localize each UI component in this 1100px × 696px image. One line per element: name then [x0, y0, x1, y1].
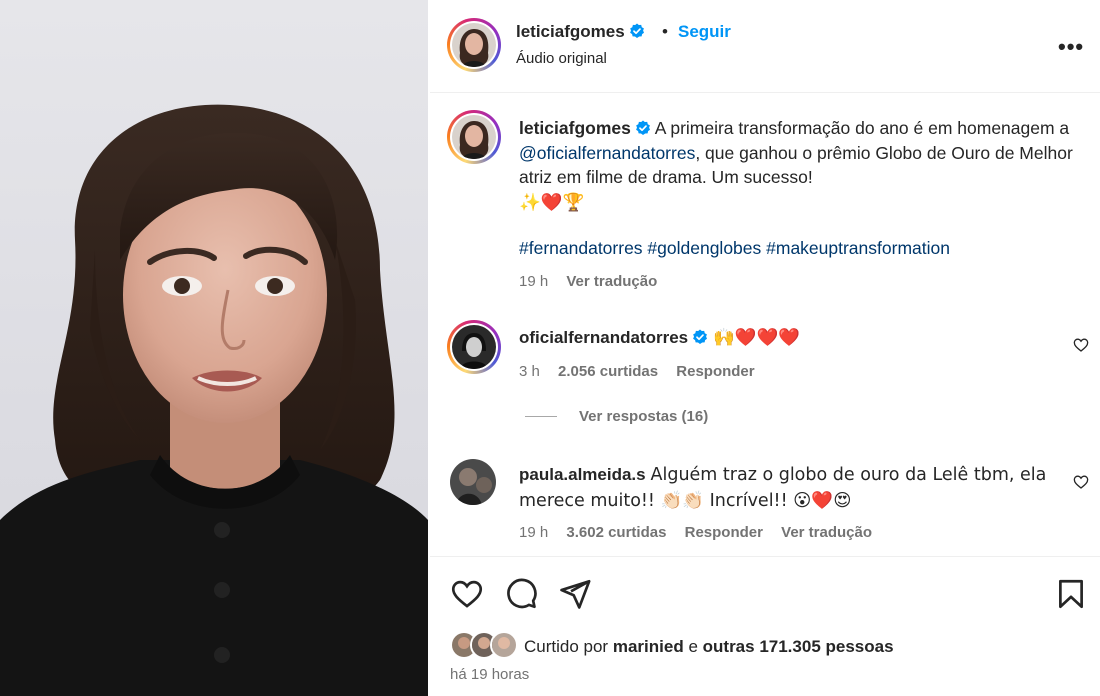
- caption-avatar[interactable]: [447, 110, 501, 164]
- post-timestamp[interactable]: há 19 horas: [450, 666, 529, 683]
- comment-body: oficialfernandatorres 🙌❤️❤️❤️: [519, 325, 800, 351]
- follow-button[interactable]: Seguir: [678, 22, 731, 42]
- comment-time[interactable]: 3 h: [519, 363, 540, 380]
- author-avatar-image: [452, 23, 496, 67]
- likers-avatars[interactable]: [450, 631, 524, 661]
- likes-prefix: Curtido por: [524, 637, 609, 656]
- comment-likes[interactable]: 2.056 curtidas: [558, 363, 658, 380]
- post-header: leticiafgomes • Seguir Áudio original ••…: [430, 0, 1100, 93]
- author-avatar[interactable]: [447, 18, 501, 72]
- post-media[interactable]: [0, 0, 428, 696]
- reply-button[interactable]: Responder: [676, 363, 754, 380]
- comment-username[interactable]: oficialfernandatorres: [519, 328, 688, 347]
- post-panel: leticiafgomes • Seguir Áudio original ••…: [430, 0, 1100, 696]
- comment-username[interactable]: paula.almeida.s: [519, 465, 646, 484]
- verified-icon: [635, 120, 650, 135]
- comment-avatar-image: [450, 459, 496, 505]
- caption-text-before: A primeira transformação do ano é em hom…: [654, 118, 1070, 138]
- caption-time[interactable]: 19 h: [519, 273, 548, 290]
- comment-text: 🙌❤️❤️❤️: [712, 328, 801, 348]
- caption-avatar-image: [452, 115, 496, 159]
- likes-count-link[interactable]: outras 171.305 pessoas: [703, 637, 894, 656]
- view-replies-label[interactable]: Ver respostas (16): [579, 408, 708, 425]
- liker-username[interactable]: marinied: [613, 637, 684, 656]
- caption-translate-link[interactable]: Ver tradução: [566, 273, 657, 290]
- caption-mention-link[interactable]: @oficialfernandatorres: [519, 143, 695, 163]
- heart-icon[interactable]: [1073, 337, 1089, 353]
- post-actions: Curtido por marinied e outras 171.305 pe…: [430, 556, 1100, 696]
- caption-meta: 19 h Ver tradução: [519, 273, 671, 290]
- share-icon[interactable]: [558, 577, 592, 611]
- author-username[interactable]: leticiafgomes: [516, 22, 645, 42]
- comment-icon[interactable]: [504, 577, 538, 611]
- comment-avatar[interactable]: [447, 320, 501, 374]
- comment-meta: 19 h 3.602 curtidas Responder Ver traduç…: [519, 524, 886, 541]
- comment-body: paula.almeida.s Alguém traz o globo de o…: [519, 462, 1079, 514]
- caption-username[interactable]: leticiafgomes: [519, 118, 631, 138]
- caption-emojis: ✨❤️🏆: [519, 192, 585, 213]
- comment-time[interactable]: 19 h: [519, 524, 548, 541]
- heart-icon[interactable]: [1073, 474, 1089, 490]
- author-username-text[interactable]: leticiafgomes: [516, 22, 625, 41]
- verified-icon: [693, 329, 708, 344]
- heart-icon[interactable]: [450, 577, 484, 611]
- caption-hashtags[interactable]: #fernandatorres #goldenglobes #makeuptra…: [519, 238, 950, 259]
- liker-avatar: [490, 631, 518, 659]
- reply-button[interactable]: Responder: [685, 524, 763, 541]
- comment-likes[interactable]: 3.602 curtidas: [566, 524, 666, 541]
- comment-avatar[interactable]: [450, 459, 496, 505]
- separator-dot: •: [662, 22, 668, 41]
- comment-translate-link[interactable]: Ver tradução: [781, 524, 872, 541]
- comment-meta: 3 h 2.056 curtidas Responder: [519, 363, 769, 380]
- view-replies-button[interactable]: Ver respostas (16): [525, 408, 708, 425]
- video-frame: [0, 104, 428, 696]
- verified-icon: [629, 23, 644, 38]
- comment-avatar-image: [452, 325, 496, 369]
- likes-summary: Curtido por marinied e outras 171.305 pe…: [524, 637, 894, 657]
- replies-divider: [525, 416, 557, 417]
- post-caption: leticiafgomes A primeira transformação d…: [519, 116, 1079, 215]
- audio-label[interactable]: Áudio original: [516, 50, 607, 67]
- more-icon[interactable]: •••: [1058, 34, 1084, 60]
- likes-connector: e: [688, 637, 698, 656]
- save-icon[interactable]: [1054, 577, 1088, 611]
